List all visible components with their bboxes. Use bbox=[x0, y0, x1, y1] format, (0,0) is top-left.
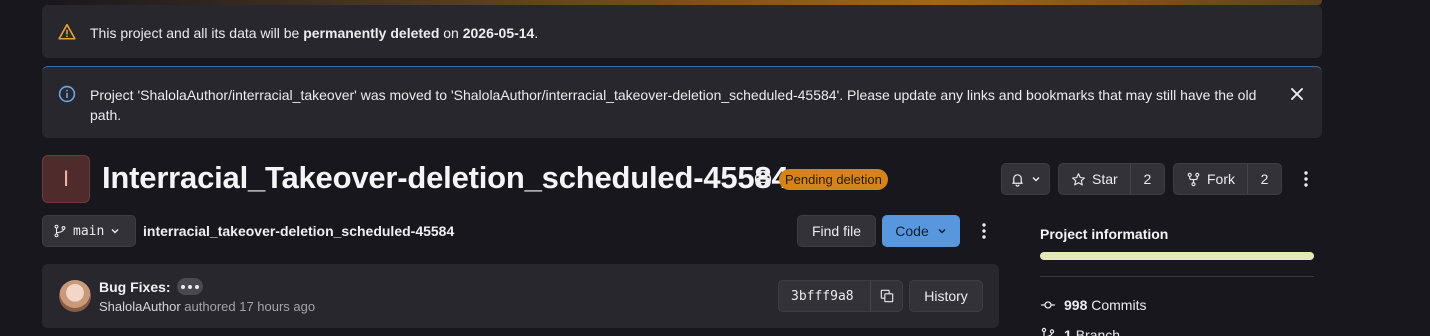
fork-icon bbox=[1187, 172, 1200, 186]
branch-name: main bbox=[73, 223, 105, 239]
language-bar bbox=[1040, 252, 1314, 260]
commit-icon bbox=[1041, 301, 1055, 309]
commits-count: 998 bbox=[1064, 297, 1088, 313]
sidebar-divider bbox=[1040, 276, 1314, 277]
star-label: Star bbox=[1092, 171, 1118, 187]
repo-actions-kebab-icon[interactable] bbox=[976, 221, 992, 241]
chevron-down-icon bbox=[111, 229, 119, 234]
star-icon bbox=[1072, 172, 1085, 185]
commits-stat[interactable]: 998 Commits bbox=[1040, 297, 1146, 313]
expand-commit-message-button[interactable] bbox=[177, 278, 203, 295]
ellipsis-dot bbox=[188, 284, 192, 289]
star-count[interactable]: 2 bbox=[1131, 171, 1164, 187]
ellipsis-dot bbox=[181, 284, 185, 289]
branch-icon bbox=[1041, 327, 1055, 336]
copy-icon bbox=[880, 289, 893, 303]
author-avatar[interactable] bbox=[59, 280, 91, 312]
branch-icon bbox=[54, 224, 66, 238]
history-button[interactable]: History bbox=[909, 280, 983, 312]
commits-label: Commits bbox=[1091, 297, 1147, 313]
repo-path[interactable]: interracial_takeover-deletion_scheduled-… bbox=[143, 223, 454, 239]
close-icon[interactable] bbox=[1288, 85, 1306, 103]
project-moved-banner: Project 'ShalolaAuthor/interracial_takeo… bbox=[42, 66, 1322, 138]
branch-selector[interactable]: main bbox=[42, 215, 136, 247]
info-text: Project 'ShalolaAuthor/interracial_takeo… bbox=[90, 87, 1257, 123]
ellipsis-dot bbox=[195, 284, 199, 289]
code-label: Code bbox=[895, 223, 929, 239]
project-title: Interracial_Takeover-deletion_scheduled-… bbox=[102, 160, 789, 195]
warning-text: This project and all its data will be pe… bbox=[90, 25, 539, 41]
commit-authored-time: authored 17 hours ago bbox=[180, 299, 316, 314]
star-button[interactable]: Star 2 bbox=[1058, 163, 1165, 195]
fork-count[interactable]: 2 bbox=[1248, 171, 1281, 187]
status-badge: Pending deletion bbox=[779, 169, 888, 190]
chevron-down-icon bbox=[938, 228, 946, 234]
bell-icon bbox=[1012, 173, 1023, 187]
find-file-button[interactable]: Find file bbox=[797, 215, 876, 247]
commit-title[interactable]: Bug Fixes: bbox=[99, 279, 171, 295]
commit-author-link[interactable]: ShalolaAuthor bbox=[99, 299, 181, 314]
commit-meta: ShalolaAuthor authored 17 hours ago bbox=[99, 299, 315, 314]
commit-sha[interactable]: 3bfff9a8 bbox=[779, 289, 870, 304]
project-information-heading: Project information bbox=[1040, 226, 1169, 242]
warning-icon bbox=[58, 23, 76, 40]
commit-sha-group: 3bfff9a8 bbox=[778, 280, 903, 312]
fork-label: Fork bbox=[1207, 171, 1235, 187]
deletion-warning-banner: This project and all its data will be pe… bbox=[42, 5, 1322, 58]
project-avatar: I bbox=[42, 155, 90, 203]
fork-button[interactable]: Fork 2 bbox=[1173, 163, 1282, 195]
globe-icon bbox=[754, 170, 772, 188]
chevron-down-icon bbox=[1032, 177, 1040, 182]
code-dropdown-button[interactable]: Code bbox=[882, 215, 960, 247]
branches-stat[interactable]: 1 Branch bbox=[1040, 327, 1120, 336]
info-icon bbox=[58, 85, 76, 103]
branch-label: Branch bbox=[1075, 327, 1121, 336]
project-actions-kebab-icon[interactable] bbox=[1298, 169, 1314, 189]
copy-sha-button[interactable] bbox=[870, 281, 902, 311]
branch-count: 1 bbox=[1064, 327, 1072, 336]
notification-settings-button[interactable] bbox=[1001, 163, 1050, 195]
